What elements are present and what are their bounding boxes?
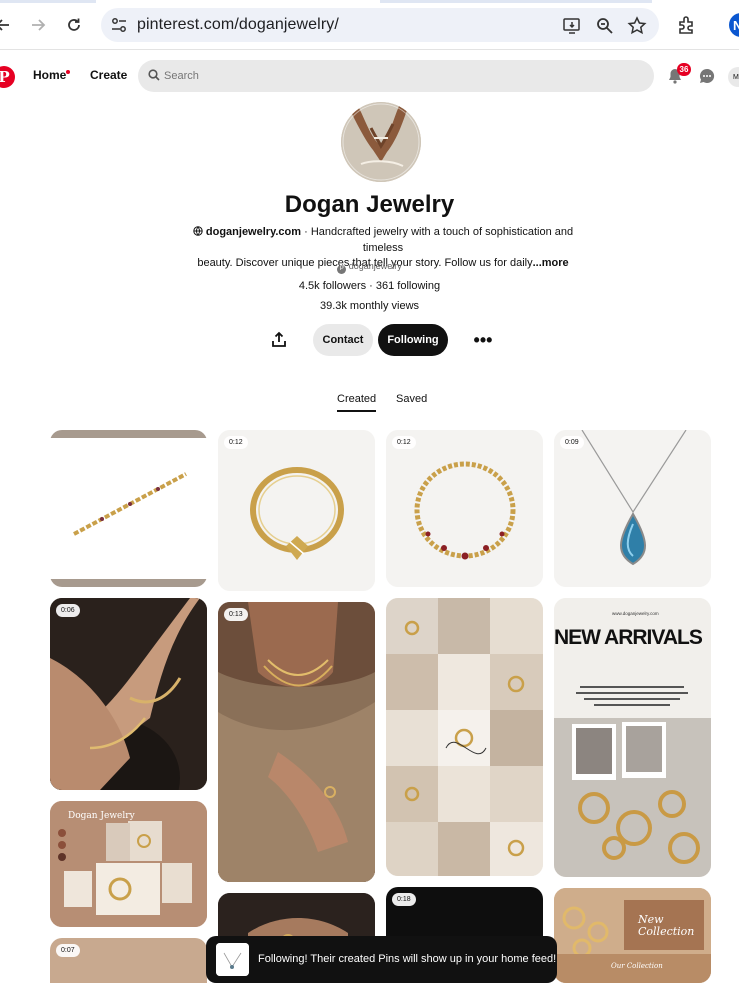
pin-pendant-topaz[interactable]: 0:09	[554, 430, 711, 587]
contact-button[interactable]: Contact	[313, 324, 373, 356]
collage-header-text: Dogan Jewelry	[68, 811, 135, 821]
pin-necklace-ruby[interactable]: 0:12	[386, 430, 543, 587]
following-button[interactable]: Following	[378, 324, 448, 356]
new-arrivals-title: NEW ARRIVALS	[554, 626, 703, 649]
profile-avatar-image	[341, 102, 421, 182]
zoom-icon[interactable]	[595, 16, 615, 36]
our-collection-text: Our Collection	[611, 962, 663, 970]
search-input[interactable]: Search	[138, 60, 654, 92]
profile-handle: P doganjewelry	[0, 261, 739, 274]
reload-icon[interactable]	[63, 14, 85, 36]
bio-line-1: · Handcrafted jewelry with a touch of so…	[304, 226, 574, 254]
pin-new-arrivals[interactable]: www.doganjewelry.com NEW ARRIVALS	[554, 598, 711, 877]
search-placeholder: Search	[164, 70, 199, 82]
bookmark-star-icon[interactable]	[627, 16, 647, 36]
pin-necklace-knot[interactable]: 0:12	[218, 430, 375, 591]
tab-created[interactable]: Created	[337, 393, 376, 405]
forward-arrow-icon[interactable]	[27, 14, 49, 36]
handle-text: doganjewelry	[348, 261, 402, 271]
search-icon	[148, 69, 160, 81]
video-duration-badge: 0:13	[224, 608, 248, 621]
extensions-puzzle-icon[interactable]	[676, 14, 698, 36]
tab-edge-middle	[380, 0, 652, 3]
new-arrivals-site: www.doganjewelry.com	[612, 611, 659, 616]
toast-message: Following! Their created Pins will show …	[258, 953, 557, 965]
pin-necklace-model[interactable]: 0:13	[218, 602, 375, 882]
tab-strip-edge	[0, 0, 739, 3]
profile-name: Dogan Jewelry	[284, 191, 455, 218]
follower-stats[interactable]: 4.5k followers · 361 following	[0, 280, 739, 292]
new-collection-text: New Collection	[638, 913, 695, 938]
messages-icon[interactable]	[698, 67, 718, 87]
url-text[interactable]: pinterest.com/doganjewelry/	[137, 16, 339, 34]
video-duration-badge: 0:06	[56, 604, 80, 617]
nav-home-link[interactable]: Home	[33, 68, 66, 82]
profile-website-link[interactable]: doganjewelry.com	[206, 226, 301, 238]
home-unread-dot	[66, 70, 70, 74]
follow-toast: Following! Their created Pins will show …	[206, 936, 557, 983]
pin-new-collection[interactable]: New Collection Our Collection	[554, 888, 711, 983]
share-icon[interactable]	[268, 329, 290, 351]
more-options-icon[interactable]: •••	[472, 329, 494, 351]
notification-count-badge: 36	[677, 63, 691, 76]
address-bar[interactable]: pinterest.com/doganjewelry/	[101, 8, 659, 42]
browser-toolbar: pinterest.com/doganjewelry/ N	[0, 0, 739, 50]
active-tab-underline	[337, 410, 376, 412]
pin-jewelry-grid[interactable]	[386, 598, 543, 876]
browser-profile-avatar[interactable]: N	[729, 13, 739, 37]
install-app-icon[interactable]	[562, 16, 582, 36]
pin-collage-dogan[interactable]: Dogan Jewelry	[50, 801, 207, 927]
pin-partial-bottom-1[interactable]: 0:07	[50, 938, 207, 983]
video-duration-badge: 0:12	[392, 436, 416, 449]
pin-bracelet-tennis[interactable]	[50, 430, 207, 587]
pinterest-logo-icon[interactable]: P	[0, 66, 15, 88]
video-duration-badge: 0:09	[560, 436, 584, 449]
site-settings-icon[interactable]	[109, 15, 129, 35]
pin-bracelet-wrist[interactable]: 0:06	[50, 598, 207, 790]
pinterest-small-icon: P	[337, 265, 347, 274]
video-duration-badge: 0:18	[392, 893, 416, 906]
nav-create-link[interactable]: Create	[90, 68, 127, 82]
tab-saved[interactable]: Saved	[396, 393, 427, 405]
toast-thumbnail	[216, 943, 249, 976]
back-arrow-icon[interactable]	[0, 14, 14, 36]
monthly-views: 39.3k monthly views	[319, 300, 420, 312]
globe-icon	[193, 226, 203, 241]
user-avatar[interactable]: M	[728, 67, 739, 87]
pinterest-header: P Home Create Search 36 M	[0, 51, 739, 101]
video-duration-badge: 0:07	[56, 944, 80, 957]
video-duration-badge: 0:12	[224, 436, 248, 449]
tab-edge-left	[0, 0, 96, 3]
